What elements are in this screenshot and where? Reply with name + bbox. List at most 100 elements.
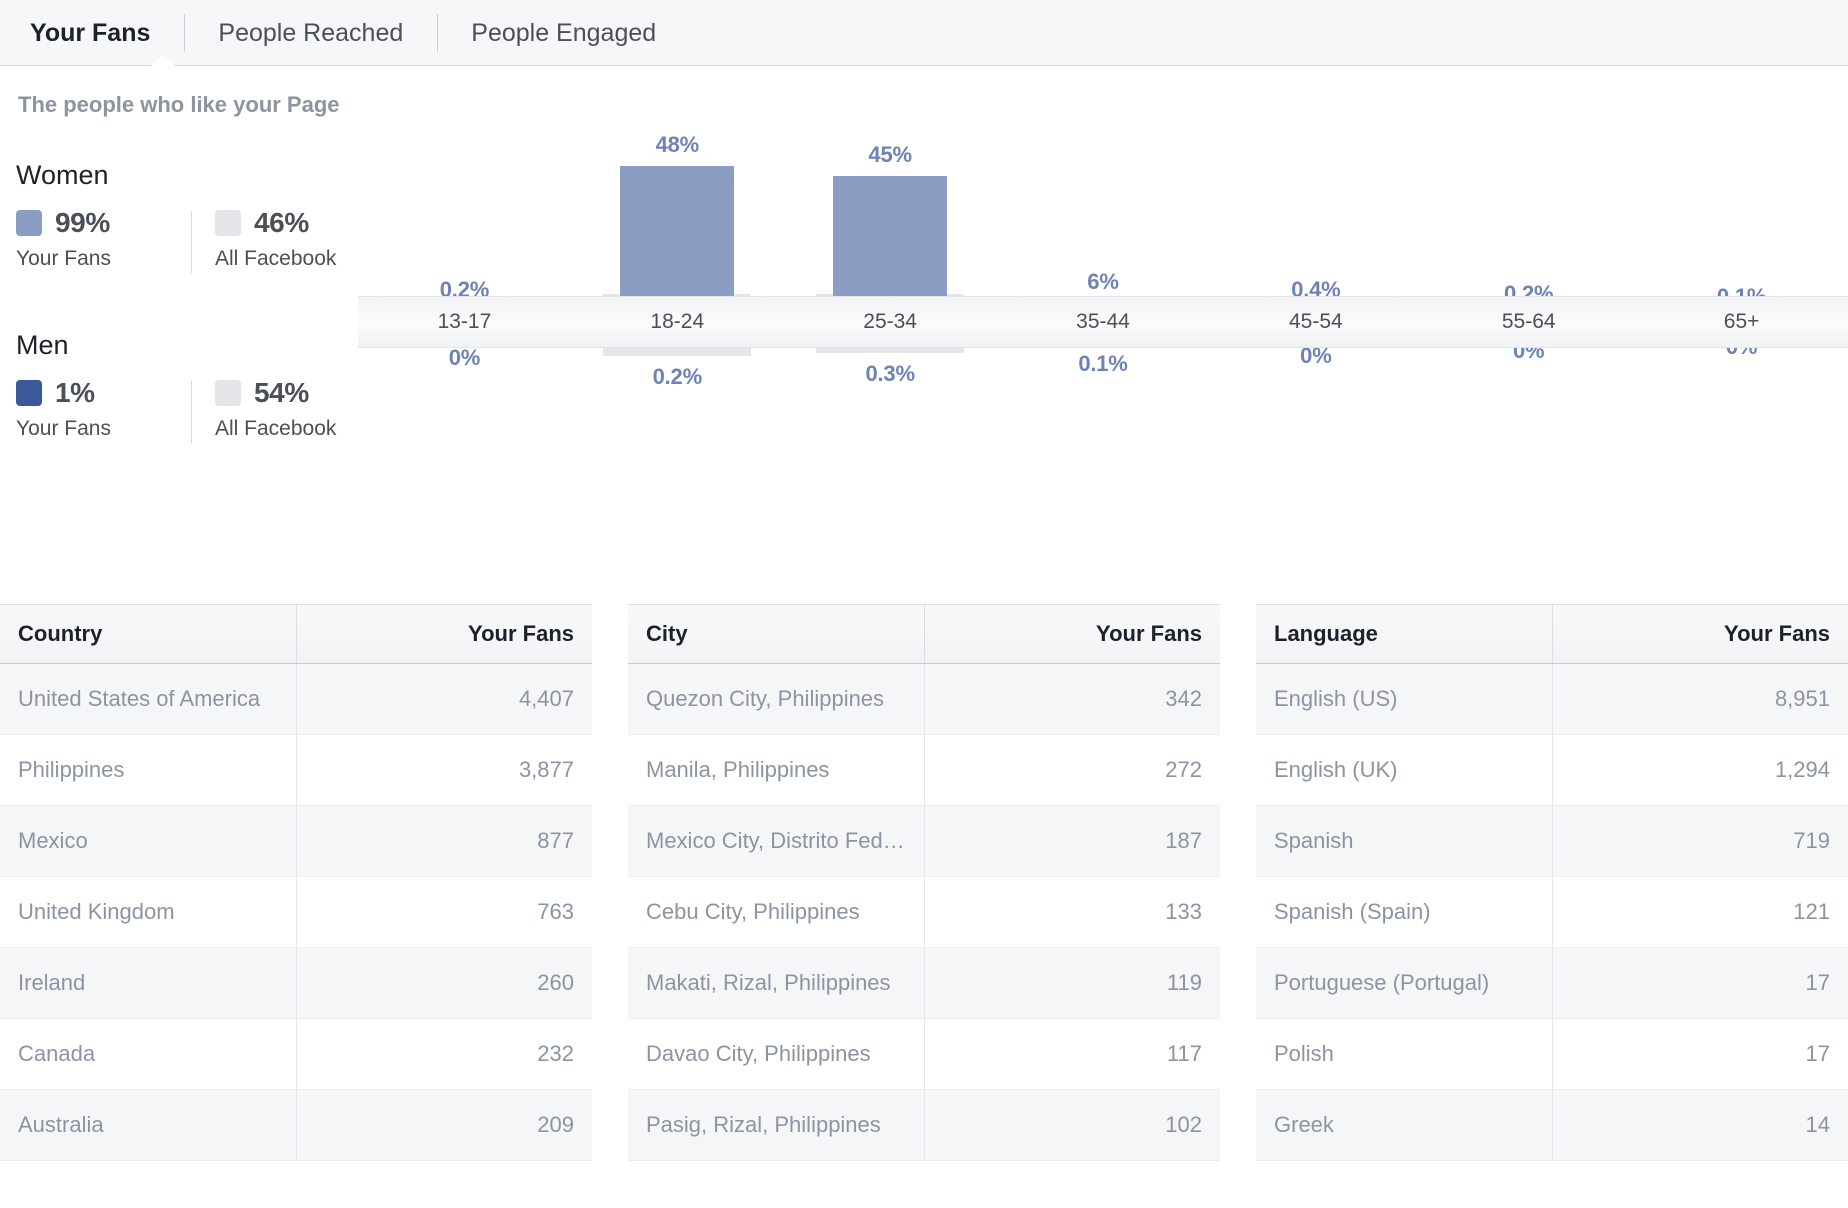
table-row[interactable]: Davao City, Philippines 117 bbox=[628, 1018, 1220, 1090]
column-header-your-fans[interactable]: Your Fans bbox=[296, 604, 592, 664]
row-value: 133 bbox=[924, 876, 1220, 948]
men-bar-group: 0% bbox=[1635, 322, 1848, 508]
table-row[interactable]: Mexico 877 bbox=[0, 805, 592, 877]
women-bar-value-label: 45% bbox=[868, 142, 912, 167]
column-header-language[interactable]: Language bbox=[1256, 604, 1553, 664]
table-row[interactable]: Portuguese (Portugal) 17 bbox=[1256, 947, 1848, 1019]
men-bar-value-label: 0.3% bbox=[865, 361, 915, 386]
row-label: English (UK) bbox=[1256, 734, 1553, 806]
column-header-country[interactable]: Country bbox=[0, 604, 297, 664]
table-row[interactable]: Makati, Rizal, Philippines 119 bbox=[628, 947, 1220, 1019]
table-row[interactable]: United States of America 4,407 bbox=[0, 663, 592, 735]
gender-age-demographics: Women 99% Your Fans 46% All Facebook Men bbox=[0, 118, 1848, 518]
women-bar-group: 0.1% bbox=[1635, 136, 1848, 322]
row-label: Cebu City, Philippines bbox=[628, 876, 925, 948]
row-value: 3,877 bbox=[296, 734, 592, 806]
column-header-your-fans[interactable]: Your Fans bbox=[1552, 604, 1848, 664]
table-row[interactable]: Greek 14 bbox=[1256, 1089, 1848, 1161]
legend-women-title: Women bbox=[16, 160, 109, 190]
column-header-city[interactable]: City bbox=[628, 604, 925, 664]
tab-your-fans[interactable]: Your Fans bbox=[30, 0, 184, 68]
table-row[interactable]: Canada 232 bbox=[0, 1018, 592, 1090]
table-row[interactable]: English (UK) 1,294 bbox=[1256, 734, 1848, 806]
row-value: 342 bbox=[924, 663, 1220, 735]
men-bar-group: 0.1% bbox=[997, 322, 1210, 508]
row-label: Ireland bbox=[0, 947, 297, 1019]
age-axis-strip: 13-17 18-24 25-34 35-44 45-54 55-64 65+ bbox=[358, 296, 1848, 348]
women-bar-group: 45% bbox=[784, 136, 997, 322]
table-row[interactable]: Spanish (Spain) 121 bbox=[1256, 876, 1848, 948]
table-row[interactable]: Ireland 260 bbox=[0, 947, 592, 1019]
row-value: 272 bbox=[924, 734, 1220, 806]
men-bar-group: 0% bbox=[358, 322, 571, 508]
tab-people-engaged[interactable]: People Engaged bbox=[437, 0, 690, 66]
table-row[interactable]: United Kingdom 763 bbox=[0, 876, 592, 948]
row-label: Makati, Rizal, Philippines bbox=[628, 947, 925, 1019]
men-bar-group: 0% bbox=[1422, 322, 1635, 508]
legend-women-your-fans: 99% Your Fans bbox=[16, 207, 191, 271]
row-value: 102 bbox=[924, 1089, 1220, 1161]
table-country: Country Your Fans United States of America… bbox=[0, 604, 592, 1161]
table-row[interactable]: Mexico City, Distrito Feder… 187 bbox=[628, 805, 1220, 877]
age-axis-label: 65+ bbox=[1723, 310, 1760, 333]
row-label: Canada bbox=[0, 1018, 297, 1090]
table-row[interactable]: Spanish 719 bbox=[1256, 805, 1848, 877]
row-label: Australia bbox=[0, 1089, 297, 1161]
age-gender-bar-chart: 0.2%0%48%0.2%45%0.3%6%0.1%0.4%0%0.2%0%0.… bbox=[358, 132, 1848, 508]
legend-men-all-percent: 54% bbox=[254, 377, 309, 408]
tab-people-reached-label: People Reached bbox=[218, 18, 404, 47]
row-label: Pasig, Rizal, Philippines bbox=[628, 1089, 925, 1161]
table-row[interactable]: Australia 209 bbox=[0, 1089, 592, 1161]
row-label: Manila, Philippines bbox=[628, 734, 925, 806]
row-label: Polish bbox=[1256, 1018, 1553, 1090]
row-value: 119 bbox=[924, 947, 1220, 1019]
age-axis-label: 45-54 bbox=[1289, 310, 1343, 333]
table-row[interactable]: Pasig, Rizal, Philippines 102 bbox=[628, 1089, 1220, 1161]
legend-women-fans-label: Your Fans bbox=[16, 247, 111, 270]
row-label: English (US) bbox=[1256, 663, 1553, 735]
age-axis-label: 25-34 bbox=[863, 310, 917, 333]
women-bar-group: 0.4% bbox=[1209, 136, 1422, 322]
women-bar-group: 6% bbox=[997, 136, 1210, 322]
age-axis-label: 55-64 bbox=[1501, 310, 1556, 333]
legend-women-all-label: All Facebook bbox=[215, 247, 337, 270]
legend-men-all-swatch-icon bbox=[215, 380, 241, 406]
row-value: 8,951 bbox=[1552, 663, 1848, 735]
active-tab-caret-icon bbox=[150, 53, 177, 68]
legend-women: Women 99% Your Fans 46% All Facebook bbox=[16, 160, 337, 273]
row-value: 877 bbox=[296, 805, 592, 877]
row-value: 121 bbox=[1552, 876, 1848, 948]
men-bar-group: 0.2% bbox=[571, 322, 784, 508]
table-row[interactable]: Cebu City, Philippines 133 bbox=[628, 876, 1220, 948]
table-gap bbox=[1220, 604, 1256, 1161]
legend-men-your-fans: 1% Your Fans bbox=[16, 377, 191, 441]
age-axis-label: 35-44 bbox=[1076, 310, 1130, 333]
legend-men-fans-label: Your Fans bbox=[16, 417, 111, 440]
legend-men: Men 1% Your Fans 54% All Facebook bbox=[16, 330, 336, 443]
table-row[interactable]: Philippines 3,877 bbox=[0, 734, 592, 806]
table-row[interactable]: Polish 17 bbox=[1256, 1018, 1848, 1090]
table-header-row: Language Your Fans bbox=[1256, 604, 1848, 664]
women-bar-group: 0.2% bbox=[1422, 136, 1635, 322]
table-row[interactable]: Manila, Philippines 272 bbox=[628, 734, 1220, 806]
column-header-your-fans[interactable]: Your Fans bbox=[924, 604, 1220, 664]
row-value: 117 bbox=[924, 1018, 1220, 1090]
table-header-row: Country Your Fans bbox=[0, 604, 592, 664]
tab-people-reached[interactable]: People Reached bbox=[184, 0, 437, 66]
row-value: 17 bbox=[1552, 947, 1848, 1019]
row-value: 232 bbox=[296, 1018, 592, 1090]
table-row[interactable]: Quezon City, Philippines 342 bbox=[628, 663, 1220, 735]
row-value: 1,294 bbox=[1552, 734, 1848, 806]
section-title: The people who like your Page bbox=[18, 92, 340, 117]
row-value: 260 bbox=[296, 947, 592, 1019]
women-bar-group: 0.2% bbox=[358, 136, 571, 322]
row-label: United States of America bbox=[0, 663, 297, 735]
men-bar-value-label: 0.1% bbox=[1078, 351, 1128, 376]
table-language: Language Your Fans English (US) 8,951 Englis… bbox=[1256, 604, 1848, 1161]
row-label: Philippines bbox=[0, 734, 297, 806]
tab-people-engaged-label: People Engaged bbox=[471, 18, 657, 47]
table-row[interactable]: English (US) 8,951 bbox=[1256, 663, 1848, 735]
row-label: Mexico City, Distrito Feder… bbox=[628, 805, 925, 877]
women-bar-value-label: 48% bbox=[655, 132, 700, 157]
tab-your-fans-label: Your Fans bbox=[30, 18, 151, 47]
